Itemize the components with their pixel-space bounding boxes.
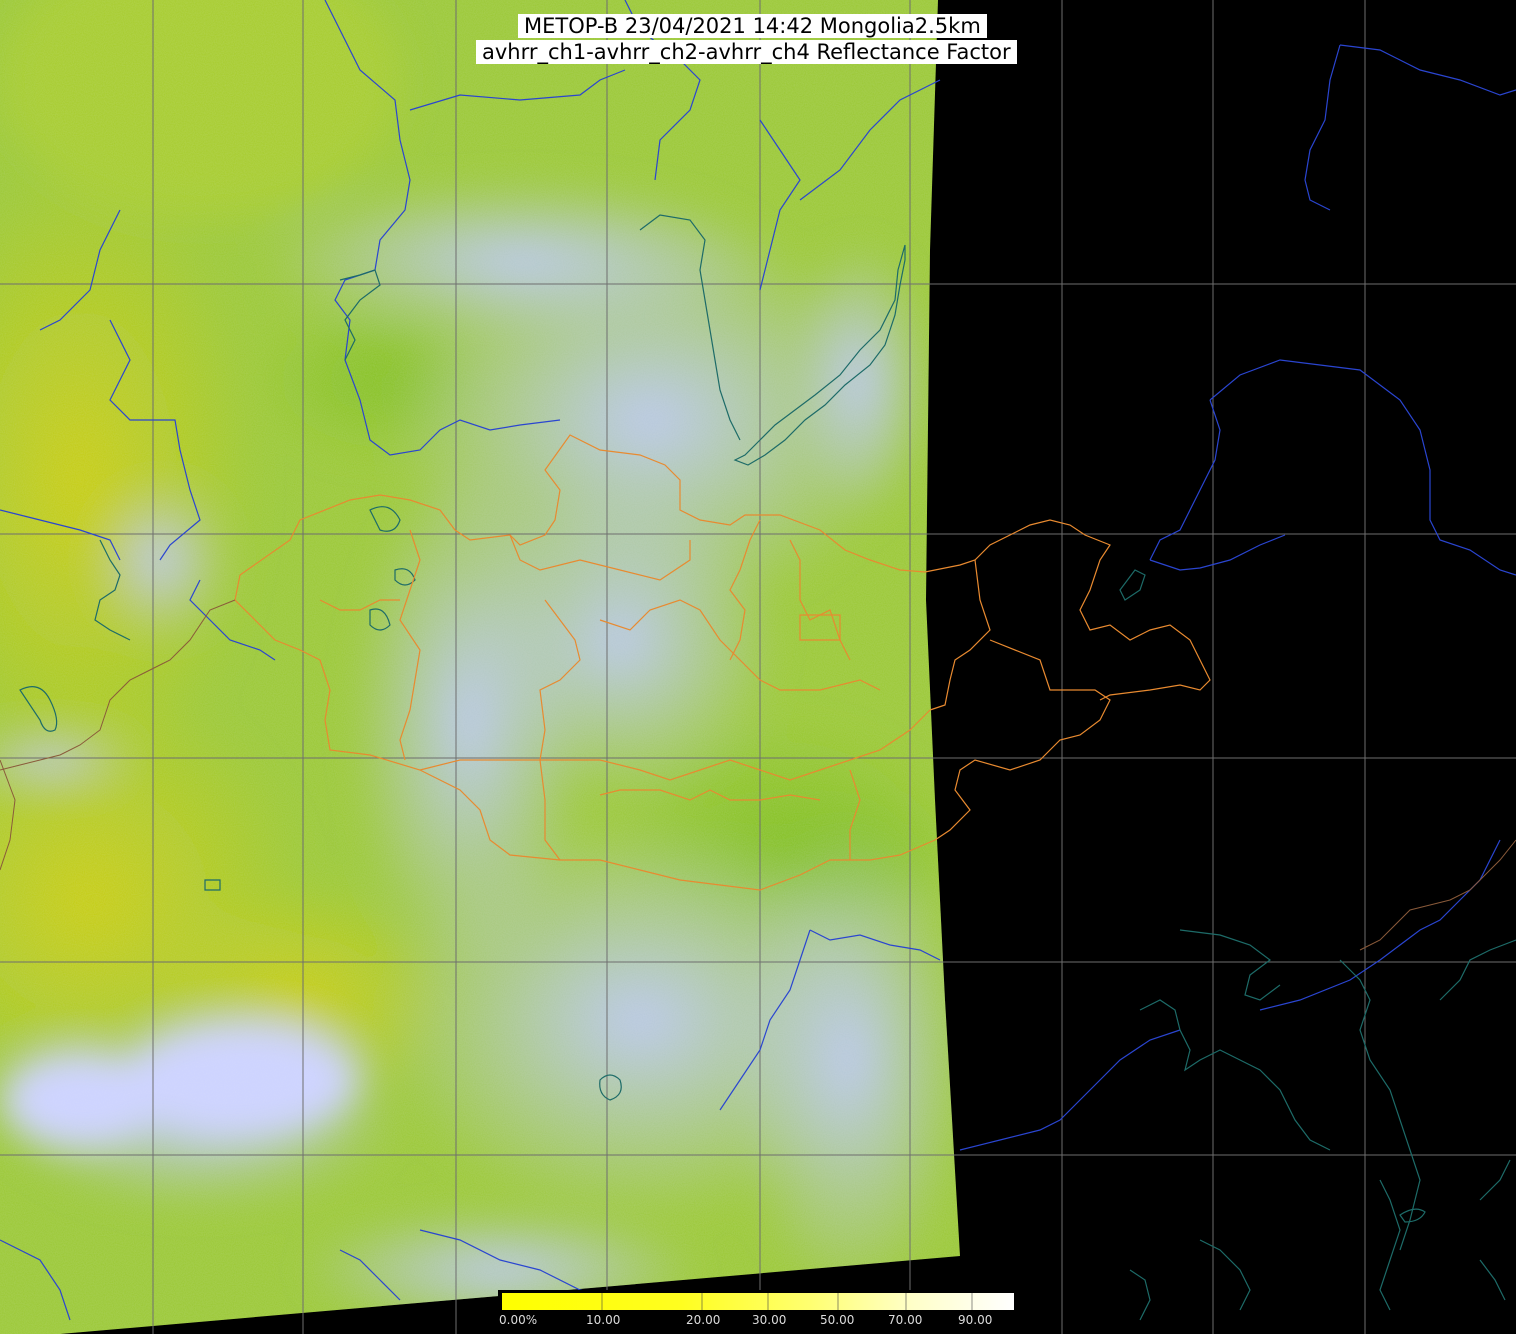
colorbar-label: 70.00: [888, 1313, 923, 1327]
colorbar-label: 0.00%: [499, 1313, 538, 1327]
colorbar-label: 90.00: [958, 1313, 993, 1327]
map-title: METOP-B 23/04/2021 14:42 Mongolia2.5km: [518, 14, 987, 38]
colorbar-label: 30.00: [752, 1313, 787, 1327]
colorbar-gradient: [502, 1293, 1014, 1310]
colorbar-label: 50.00: [820, 1313, 855, 1327]
map-subtitle: avhrr_ch1-avhrr_ch2-avhrr_ch4 Reflectanc…: [476, 40, 1017, 64]
satellite-map: [0, 0, 1516, 1334]
satellite-swath: [0, 0, 960, 1334]
colorbar-legend: 0.00% 10.00 20.00 30.00 50.00 70.00 90.0…: [498, 1290, 1018, 1334]
colorbar-label: 20.00: [686, 1313, 721, 1327]
colorbar-label: 10.00: [586, 1313, 621, 1327]
